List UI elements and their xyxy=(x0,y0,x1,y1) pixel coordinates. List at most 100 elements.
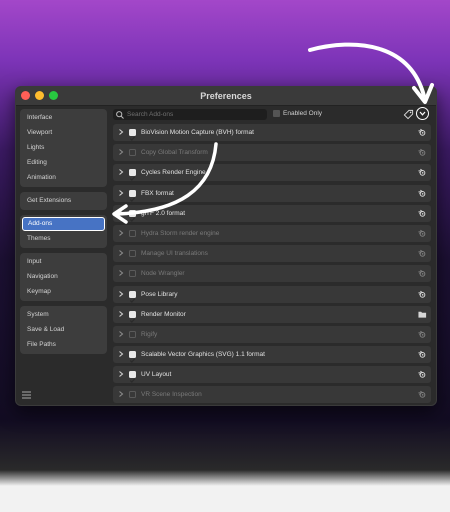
blender-icon xyxy=(418,330,426,338)
sidebar-item-viewport[interactable]: Viewport xyxy=(22,126,105,140)
addon-row[interactable]: FBX format xyxy=(113,184,431,202)
chevron-right-icon[interactable] xyxy=(117,168,125,176)
sidebar-group: Get Extensions xyxy=(20,192,107,210)
addon-row[interactable]: Node Wrangler xyxy=(113,265,431,283)
addon-name: Render Monitor xyxy=(141,310,186,318)
addon-name: glTF 2.0 format xyxy=(141,209,186,217)
chevron-right-icon[interactable] xyxy=(117,290,125,298)
enabled-only-checkbox[interactable] xyxy=(273,110,280,117)
sidebar: Interface Viewport Lights Editing Animation G… xyxy=(20,109,107,359)
sidebar-item-add-ons[interactable]: Add-ons xyxy=(22,217,105,231)
addon-row[interactable]: Copy Global Transform xyxy=(113,144,431,162)
window-title: Preferences xyxy=(200,91,252,101)
addon-enable-checkbox[interactable] xyxy=(129,209,136,222)
addon-list: BioVision Motion Capture (BVH) format Cop… xyxy=(113,124,431,404)
sidebar-item-keymap[interactable]: Keymap xyxy=(22,285,105,299)
addon-enable-checkbox[interactable] xyxy=(129,351,136,363)
sidebar-group: Add-ons Themes xyxy=(20,215,107,248)
addon-enable-checkbox[interactable] xyxy=(129,149,136,157)
enabled-only-toggle[interactable]: Enabled Only xyxy=(273,110,322,117)
chevron-right-icon[interactable] xyxy=(117,330,125,338)
addon-name: Cycles Render Engine xyxy=(141,169,206,177)
menu-icon[interactable] xyxy=(22,391,31,399)
sidebar-item-animation[interactable]: Animation xyxy=(22,171,105,185)
chevron-right-icon[interactable] xyxy=(117,249,125,257)
chevron-right-icon[interactable] xyxy=(117,229,125,237)
addon-row[interactable]: Cycles Render Engine xyxy=(113,164,431,182)
title-bar: Preferences xyxy=(16,87,436,106)
addon-row[interactable]: Hydra Storm render engine xyxy=(113,224,431,242)
checkmark-icon xyxy=(129,176,136,182)
filter-dropdown-button[interactable] xyxy=(416,107,429,120)
folder-icon xyxy=(418,311,427,318)
tag-icon[interactable] xyxy=(403,109,414,120)
addon-row[interactable]: Pose Library xyxy=(113,285,431,303)
addon-row[interactable]: UV Layout xyxy=(113,366,431,384)
addon-row[interactable]: Manage UI translations xyxy=(113,245,431,263)
chevron-right-icon[interactable] xyxy=(117,310,125,318)
addon-enable-checkbox[interactable] xyxy=(129,310,136,323)
sidebar-item-system[interactable]: System xyxy=(22,308,105,322)
chevron-right-icon[interactable] xyxy=(117,390,125,398)
addon-enable-checkbox[interactable] xyxy=(129,129,136,141)
addon-enable-checkbox[interactable] xyxy=(129,189,136,202)
sidebar-group: Input Navigation Keymap xyxy=(20,253,107,301)
addons-panel: Enabled Only BioVision Motion Capture (B… xyxy=(113,107,431,405)
sidebar-item-input[interactable]: Input xyxy=(22,255,105,269)
blender-icon xyxy=(418,169,426,177)
addon-row[interactable]: VR Scene Inspection xyxy=(113,386,431,404)
chevron-right-icon[interactable] xyxy=(117,189,125,197)
addon-name: FBX format xyxy=(141,189,174,197)
blender-icon xyxy=(418,128,426,136)
checkmark-icon xyxy=(129,136,136,141)
addon-enable-checkbox[interactable] xyxy=(129,391,136,399)
addon-row[interactable]: Render Monitor xyxy=(113,305,431,323)
sidebar-item-navigation[interactable]: Navigation xyxy=(22,270,105,284)
chevron-right-icon[interactable] xyxy=(117,370,125,378)
preferences-window: Preferences Interface Viewport Lights Editi… xyxy=(15,86,437,406)
addon-name: UV Layout xyxy=(141,371,172,379)
checkmark-icon xyxy=(129,217,136,222)
zoom-window-button[interactable] xyxy=(49,91,58,100)
sidebar-item-themes[interactable]: Themes xyxy=(22,232,105,246)
addon-row[interactable]: glTF 2.0 format xyxy=(113,204,431,222)
addon-enable-checkbox[interactable] xyxy=(129,270,136,278)
sidebar-item-file-paths[interactable]: File Paths xyxy=(22,338,105,352)
addon-row[interactable]: Scalable Vector Graphics (SVG) 1.1 forma… xyxy=(113,346,431,364)
addon-name: Copy Global Transform xyxy=(141,149,208,157)
checkmark-icon xyxy=(129,318,136,323)
chevron-right-icon[interactable] xyxy=(117,350,125,358)
blender-icon xyxy=(418,229,426,237)
minimize-window-button[interactable] xyxy=(35,91,44,100)
sidebar-item-save-load[interactable]: Save & Load xyxy=(22,323,105,337)
sidebar-item-editing[interactable]: Editing xyxy=(22,156,105,170)
chevron-down-icon xyxy=(419,111,426,116)
sidebar-item-get-extensions[interactable]: Get Extensions xyxy=(22,194,105,208)
chevron-right-icon[interactable] xyxy=(117,128,125,136)
addon-enable-checkbox[interactable] xyxy=(129,169,136,182)
addon-name: VR Scene Inspection xyxy=(141,391,202,399)
addon-row[interactable]: Rigify xyxy=(113,325,431,343)
search-box xyxy=(113,109,267,120)
addon-enable-checkbox[interactable] xyxy=(129,330,136,338)
addon-enable-checkbox[interactable] xyxy=(129,371,136,384)
blender-icon xyxy=(418,209,426,217)
blender-icon xyxy=(418,189,426,197)
checkmark-icon xyxy=(129,196,136,202)
addon-enable-checkbox[interactable] xyxy=(129,290,136,303)
close-window-button[interactable] xyxy=(21,91,30,100)
addon-row[interactable]: BioVision Motion Capture (BVH) format xyxy=(113,124,431,141)
chevron-right-icon[interactable] xyxy=(117,269,125,277)
addon-name: Node Wrangler xyxy=(141,270,185,278)
sidebar-item-lights[interactable]: Lights xyxy=(22,141,105,155)
addon-enable-checkbox[interactable] xyxy=(129,229,136,237)
search-input[interactable] xyxy=(125,111,259,118)
addon-name: BioVision Motion Capture (BVH) format xyxy=(141,129,254,136)
blender-icon xyxy=(418,370,426,378)
addon-enable-checkbox[interactable] xyxy=(129,250,136,258)
addon-name: Hydra Storm render engine xyxy=(141,229,220,237)
chevron-right-icon[interactable] xyxy=(117,148,125,156)
addon-name: Manage UI translations xyxy=(141,250,208,258)
chevron-right-icon[interactable] xyxy=(117,209,125,217)
sidebar-item-interface[interactable]: Interface xyxy=(22,111,105,125)
